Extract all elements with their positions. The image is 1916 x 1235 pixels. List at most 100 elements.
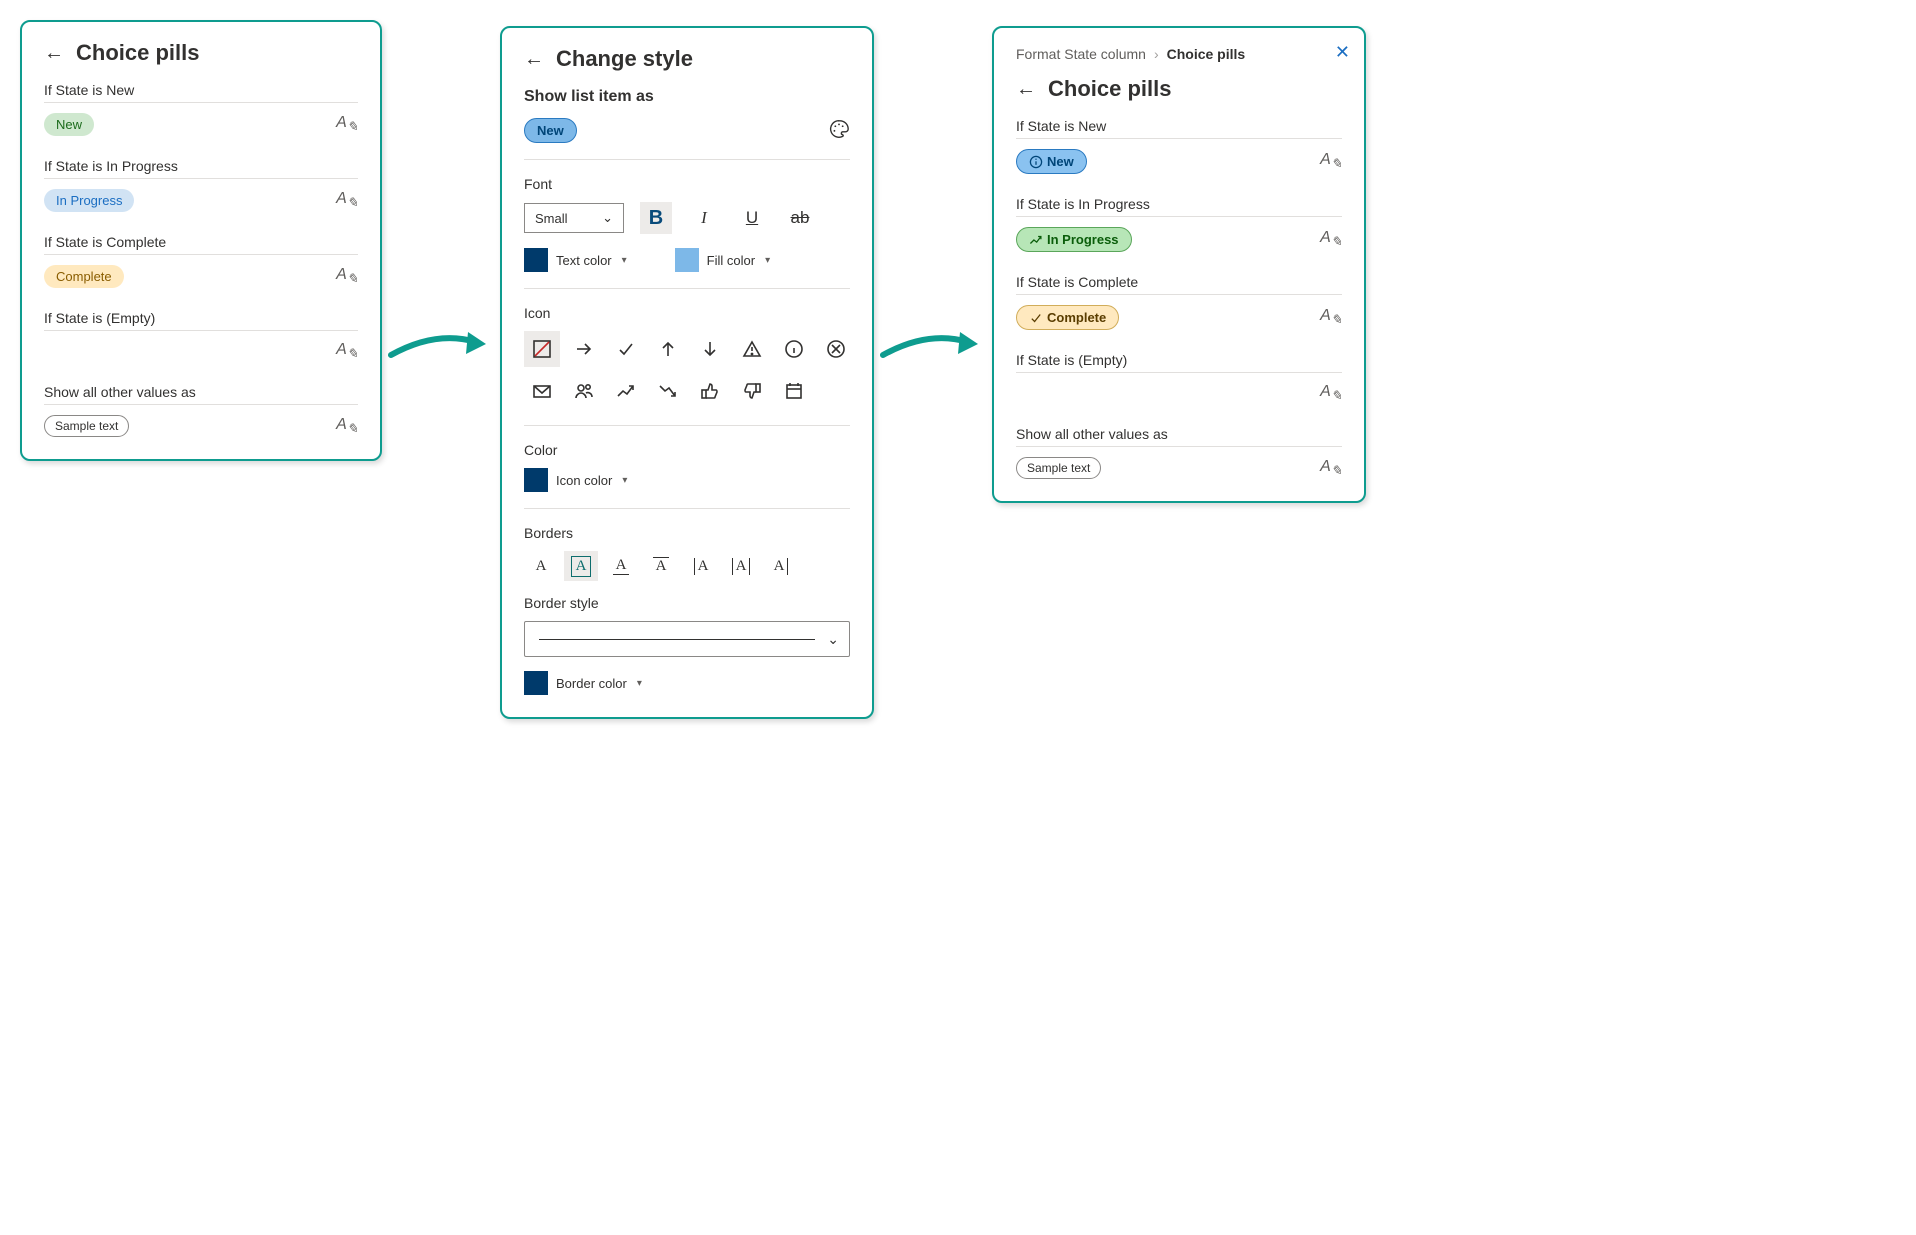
border-color-button[interactable]: Border color ▾	[524, 671, 850, 695]
arrow-up-icon[interactable]	[650, 331, 686, 367]
thumbs-up-icon[interactable]	[692, 373, 728, 409]
fill-color-button[interactable]: Fill color ▾	[675, 248, 770, 272]
border-top[interactable]: A	[644, 551, 678, 581]
rule-complete: If State is Complete Complete A✎	[1016, 274, 1342, 330]
arrow-right-icon[interactable]	[566, 331, 602, 367]
edit-style-icon[interactable]: A✎	[1320, 383, 1342, 404]
rule-other: Show all other values as Sample text A✎	[1016, 426, 1342, 479]
fill-color-label: Fill color	[707, 253, 755, 268]
rule-empty: If State is (Empty) A✎	[1016, 352, 1342, 404]
edit-style-icon[interactable]: A✎	[1320, 307, 1342, 328]
chevron-down-icon: ⌄	[602, 210, 613, 226]
text-color-label: Text color	[556, 253, 612, 268]
check-icon	[1029, 311, 1043, 325]
border-style-label: Border style	[524, 595, 850, 611]
bold-button[interactable]: B	[640, 202, 672, 234]
back-arrow-icon[interactable]: ←	[44, 43, 64, 63]
pill-label: In Progress	[1047, 232, 1119, 247]
strikethrough-button[interactable]: ab	[784, 202, 816, 234]
trending-down-icon[interactable]	[650, 373, 686, 409]
rule-label: If State is (Empty)	[1016, 352, 1342, 373]
caret-down-icon: ▾	[622, 475, 627, 486]
caret-down-icon: ▾	[637, 678, 642, 689]
font-section-label: Font	[524, 176, 850, 192]
panel-title: Choice pills	[76, 40, 199, 66]
breadcrumb-item-current: Choice pills	[1167, 46, 1246, 62]
edit-style-icon[interactable]: A✎	[1320, 458, 1342, 479]
edit-style-icon[interactable]: A✎	[336, 190, 358, 211]
pill-sample-text: Sample text	[44, 415, 129, 437]
rule-label: If State is (Empty)	[44, 310, 358, 331]
back-arrow-icon[interactable]: ←	[1016, 79, 1036, 99]
warning-icon[interactable]	[734, 331, 770, 367]
icon-color-button[interactable]: Icon color ▾	[524, 468, 850, 492]
people-icon[interactable]	[566, 373, 602, 409]
pill-label: New	[1047, 154, 1074, 169]
edit-style-icon[interactable]: A✎	[1320, 229, 1342, 250]
panel-title: Choice pills	[1048, 76, 1171, 102]
font-size-value: Small	[535, 211, 568, 226]
caret-down-icon: ▾	[765, 255, 770, 266]
border-style-select[interactable]: ⌄	[524, 621, 850, 657]
border-color-swatch	[524, 671, 548, 695]
borders-section-label: Borders	[524, 525, 850, 541]
calendar-icon[interactable]	[776, 373, 812, 409]
pill-sample-text: Sample text	[1016, 457, 1101, 479]
icon-color-swatch	[524, 468, 548, 492]
flow-arrow-icon	[874, 20, 992, 370]
breadcrumb-item[interactable]: Format State column	[1016, 46, 1146, 62]
text-color-button[interactable]: Text color ▾	[524, 248, 627, 272]
edit-style-icon[interactable]: A✎	[336, 416, 358, 437]
thumbs-down-icon[interactable]	[734, 373, 770, 409]
other-values-label: Show all other values as	[1016, 426, 1342, 447]
border-style-line-preview	[539, 639, 815, 640]
fill-color-swatch	[675, 248, 699, 272]
edit-style-icon[interactable]: A✎	[336, 266, 358, 287]
trending-up-icon[interactable]	[608, 373, 644, 409]
panel-title: Change style	[556, 46, 693, 72]
color-section-label: Color	[524, 442, 850, 458]
border-all[interactable]: A	[564, 551, 598, 581]
border-color-label: Border color	[556, 676, 627, 691]
italic-button[interactable]: I	[688, 202, 720, 234]
border-none[interactable]: A	[524, 551, 558, 581]
rule-other: Show all other values as Sample text A✎	[44, 384, 358, 437]
border-bottom[interactable]: A	[604, 551, 638, 581]
edit-style-icon[interactable]: A✎	[336, 341, 358, 362]
pill-new: New	[44, 113, 94, 136]
chevron-right-icon: ›	[1154, 46, 1159, 62]
panel-choice-pills-after: ✕ Format State column › Choice pills ← C…	[992, 26, 1366, 503]
chevron-down-icon: ⌄	[827, 631, 839, 648]
info-icon[interactable]	[776, 331, 812, 367]
border-right[interactable]: A	[764, 551, 798, 581]
rule-complete: If State is Complete Complete A✎	[44, 234, 358, 288]
edit-style-icon[interactable]: A✎	[1320, 151, 1342, 172]
palette-icon[interactable]	[828, 118, 850, 143]
rule-new: If State is New New A✎	[44, 82, 358, 136]
other-values-label: Show all other values as	[44, 384, 358, 405]
underline-button[interactable]: U	[736, 202, 768, 234]
mail-icon[interactable]	[524, 373, 560, 409]
pill-preview: New	[524, 118, 577, 143]
cancel-icon[interactable]	[818, 331, 854, 367]
rule-inprogress: If State is In Progress In Progress A✎	[1016, 196, 1342, 252]
rule-label: If State is In Progress	[1016, 196, 1342, 217]
check-icon[interactable]	[608, 331, 644, 367]
rule-new: If State is New New A✎	[1016, 118, 1342, 174]
pill-inprogress: In Progress	[1016, 227, 1132, 252]
rule-label: If State is Complete	[1016, 274, 1342, 295]
caret-down-icon: ▾	[622, 255, 627, 266]
border-leftright[interactable]: A	[724, 551, 758, 581]
back-arrow-icon[interactable]: ←	[524, 49, 544, 69]
border-left[interactable]: A	[684, 551, 718, 581]
arrow-down-icon[interactable]	[692, 331, 728, 367]
text-color-swatch	[524, 248, 548, 272]
close-icon[interactable]: ✕	[1335, 42, 1350, 63]
pill-new: New	[1016, 149, 1087, 174]
icon-none[interactable]	[524, 331, 560, 367]
breadcrumb: Format State column › Choice pills	[1016, 46, 1342, 62]
rule-empty: If State is (Empty) A✎	[44, 310, 358, 362]
edit-style-icon[interactable]: A✎	[336, 114, 358, 135]
rule-label: If State is In Progress	[44, 158, 358, 179]
font-size-select[interactable]: Small ⌄	[524, 203, 624, 233]
